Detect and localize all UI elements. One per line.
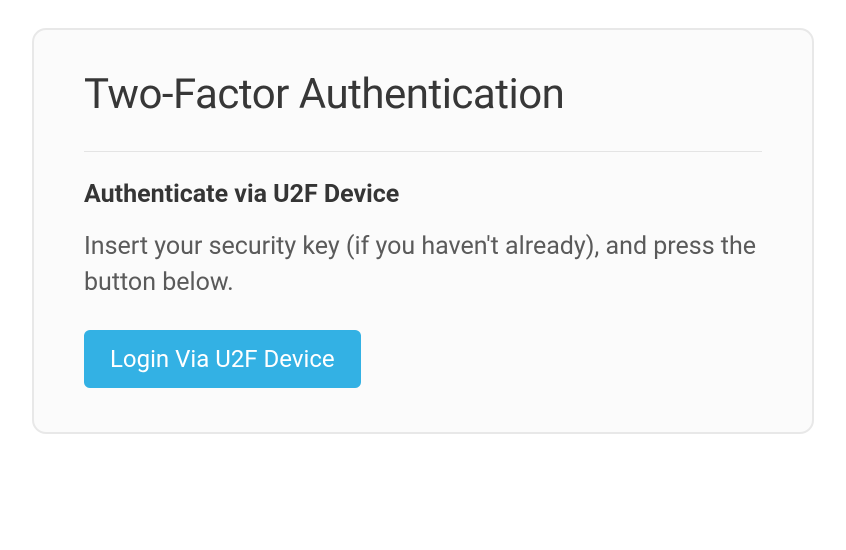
auth-card: Two-Factor Authentication Authenticate v… — [32, 28, 814, 434]
auth-subtitle: Authenticate via U2F Device — [84, 180, 762, 209]
page-title: Two-Factor Authentication — [84, 70, 762, 119]
divider — [84, 151, 762, 152]
auth-instruction: Insert your security key (if you haven't… — [84, 229, 762, 302]
login-u2f-button[interactable]: Login Via U2F Device — [84, 330, 361, 388]
